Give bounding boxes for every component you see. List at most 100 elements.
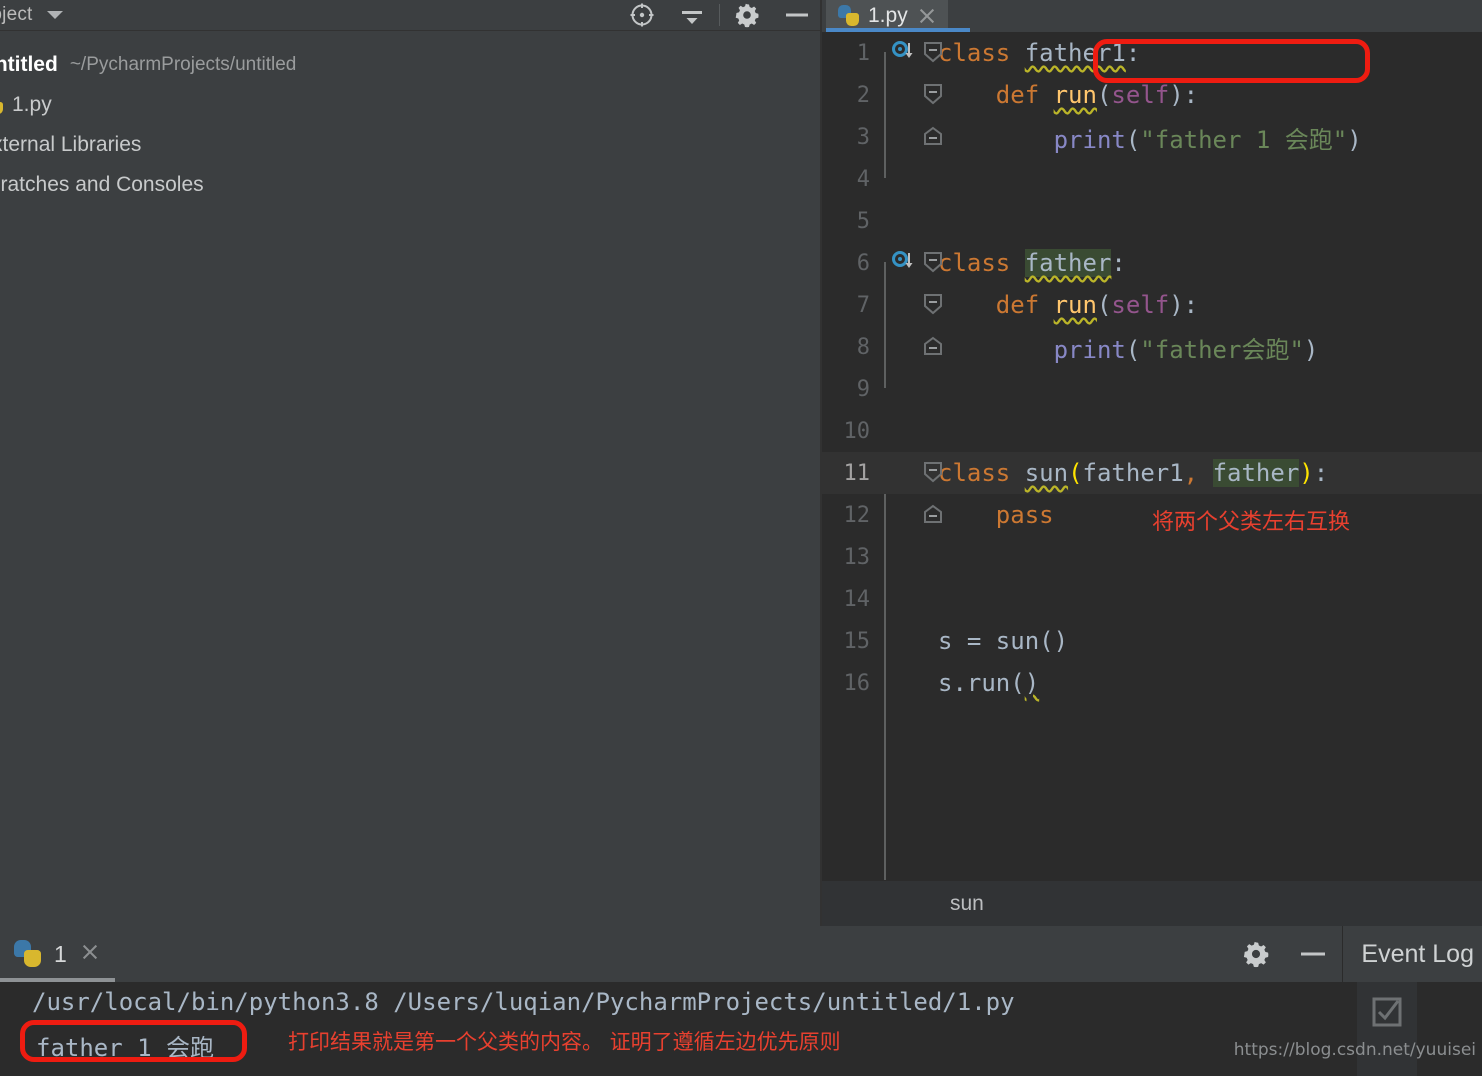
fold-marker[interactable] [922, 504, 944, 530]
settings-gear-icon[interactable] [1228, 926, 1284, 982]
run-tool-window: 1 Event Log /usr/local/bin/python3.8 /Us… [0, 926, 1482, 1076]
gutter[interactable] [870, 410, 938, 452]
code-line: 13 [822, 536, 1482, 578]
fold-marker[interactable] [922, 292, 944, 322]
code-line: 2 def run(self): [822, 74, 1482, 116]
scratches-label: Scratches and Consoles [0, 173, 204, 196]
run-tab-label: 1 [54, 940, 67, 967]
code-editor[interactable]: 1 class father1: 2 def run(self): 3 prin… [822, 32, 1482, 880]
hide-panel-icon[interactable] [772, 0, 822, 30]
implemented-by-icon[interactable] [892, 251, 916, 275]
fold-marker[interactable] [922, 40, 944, 70]
watermark: https://blog.csdn.net/yuuisei [1233, 1040, 1476, 1060]
run-tab-1[interactable]: 1 [0, 926, 105, 982]
code-text: s = sun() [938, 627, 1069, 655]
code-line: 4 [822, 158, 1482, 200]
fold-marker[interactable] [922, 460, 944, 490]
line-number: 16 [843, 670, 871, 696]
code-line-current: 11 class sun(father1, father): [822, 452, 1482, 494]
run-console[interactable]: /usr/local/bin/python3.8 /Users/luqian/P… [0, 982, 1357, 1076]
close-icon[interactable] [79, 941, 105, 967]
toolbar-divider [719, 4, 720, 26]
code-line: 16 s.run() [822, 662, 1482, 704]
gutter[interactable] [870, 452, 942, 494]
line-number: 14 [843, 586, 871, 612]
line-number: 7 [856, 292, 870, 318]
python-file-icon [838, 5, 860, 27]
project-tree-item-root[interactable]: untitled ~/PycharmProjects/untitled [0, 45, 822, 85]
close-icon[interactable] [916, 5, 938, 27]
code-line: 7 def run(self): [822, 284, 1482, 326]
gutter[interactable] [870, 200, 938, 242]
code-line: 6 class father: [822, 242, 1482, 284]
code-text: class father: [938, 249, 1126, 277]
python-file-icon [14, 940, 42, 968]
gutter[interactable] [870, 116, 942, 158]
annotation-text-swap-parents: 将两个父类左右互换 [1152, 510, 1351, 535]
annotation-text-left-priority: 打印结果就是第一个父类的内容。 证明了遵循左边优先原则 [288, 1030, 841, 1054]
code-line: 8 print("father会跑") [822, 326, 1482, 368]
gutter[interactable] [870, 578, 938, 620]
project-panel-title: Project [0, 4, 33, 25]
collapse-all-icon[interactable] [667, 0, 717, 30]
gutter[interactable] [870, 620, 938, 662]
line-number: 13 [843, 544, 871, 570]
console-command-line: /usr/local/bin/python3.8 /Users/luqian/P… [32, 988, 1015, 1016]
console-output-line: father 1 会跑 [36, 1034, 215, 1062]
gutter[interactable] [870, 662, 938, 704]
event-log-button[interactable]: Event Log [1342, 926, 1482, 982]
fold-marker[interactable] [922, 250, 944, 280]
console-side-strip [1357, 982, 1417, 1076]
gutter[interactable] [870, 494, 942, 536]
locate-target-icon[interactable] [617, 0, 667, 30]
gutter[interactable] [870, 158, 938, 200]
settings-gear-icon[interactable] [722, 0, 772, 30]
code-text: pass [995, 501, 1054, 529]
line-number: 10 [843, 418, 871, 444]
project-tree-item-1py[interactable]: 1.py [0, 85, 822, 125]
line-number: 12 [843, 502, 871, 528]
line-number: 11 [843, 460, 871, 486]
checkbox-checked-icon[interactable] [1371, 996, 1403, 1033]
project-tool-window: untitled ~/PycharmProjects/untitled 1.py… [0, 30, 822, 926]
code-line: 5 [822, 200, 1482, 242]
chevron-down-icon[interactable] [46, 11, 63, 19]
fold-marker[interactable] [922, 82, 944, 112]
project-tree-item-external-libraries[interactable]: External Libraries [0, 125, 822, 165]
code-text: print("father 1 会跑") [1053, 125, 1362, 154]
gutter[interactable] [870, 242, 942, 284]
code-line: 15 s = sun() [822, 620, 1482, 662]
breadcrumb[interactable]: sun [822, 880, 1482, 926]
line-number: 6 [856, 250, 870, 276]
gutter[interactable] [870, 536, 938, 578]
gutter[interactable] [870, 368, 938, 410]
project-root-path: ~/PycharmProjects/untitled [69, 54, 297, 75]
fold-marker[interactable] [922, 126, 944, 152]
line-number: 5 [856, 208, 870, 234]
project-tree-item-scratches[interactable]: Scratches and Consoles [0, 165, 822, 205]
code-text: s.run() [938, 669, 1040, 697]
code-line: 1 class father1: [822, 32, 1482, 74]
code-text: def run(self): [995, 81, 1199, 109]
code-line: 14 [822, 578, 1482, 620]
code-text: class sun(father1, father): [938, 459, 1329, 487]
event-log-label: Event Log [1361, 939, 1474, 968]
toolbar-icon-group [617, 0, 822, 30]
python-file-icon [0, 95, 4, 115]
code-line: 10 [822, 410, 1482, 452]
implemented-by-icon[interactable] [892, 41, 916, 65]
fold-marker[interactable] [922, 336, 944, 362]
gutter[interactable] [870, 284, 942, 326]
code-line: 3 print("father 1 会跑") [822, 116, 1482, 158]
gutter[interactable] [870, 326, 942, 368]
hide-panel-icon[interactable] [1284, 926, 1342, 982]
gutter[interactable] [870, 74, 942, 116]
line-number: 3 [856, 124, 870, 150]
breadcrumb-item-sun[interactable]: sun [950, 892, 984, 916]
line-number: 8 [856, 334, 870, 360]
code-area: 1 class father1: 2 def run(self): 3 prin… [822, 32, 1482, 880]
project-tree: untitled ~/PycharmProjects/untitled 1.py… [0, 31, 822, 205]
code-text: def run(self): [995, 291, 1199, 319]
run-header: 1 Event Log [0, 926, 1482, 982]
gutter[interactable] [870, 32, 942, 74]
